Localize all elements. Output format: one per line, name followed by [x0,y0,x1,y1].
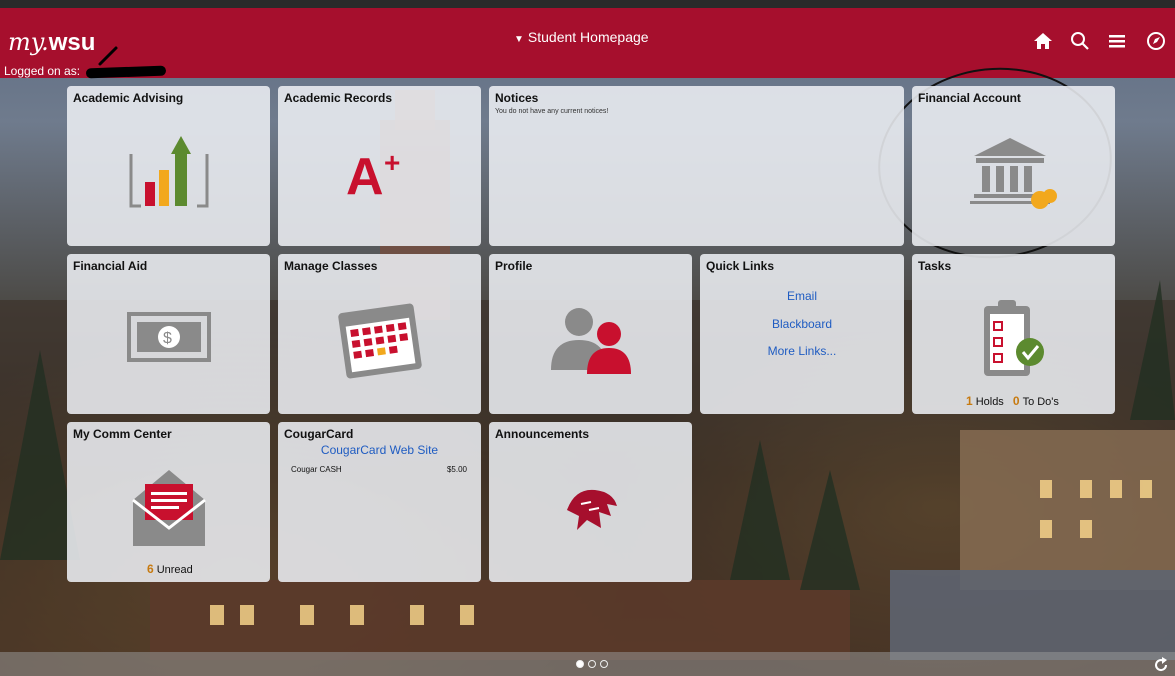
refresh-icon[interactable] [1152,656,1170,674]
tile-academic-advising[interactable]: Academic Advising [67,86,270,246]
tile-title: Financial Aid [73,259,148,273]
tile-title: My Comm Center [73,427,172,441]
homepage-selector[interactable]: ▼ Student Homepage [514,29,649,45]
people-icon [551,308,631,374]
svg-text:+: + [384,147,400,178]
tile-profile[interactable]: Profile [489,254,692,414]
cougar-cash-value: $5.00 [446,465,467,474]
unread-count: 6 Unread [147,562,193,576]
tile-tasks[interactable]: Tasks 1 Holds 0 To Do's [912,254,1115,414]
pager-bar [0,652,1175,676]
calendar-icon [338,303,422,379]
logo-wsu: wsu [48,29,96,56]
tile-quick-links[interactable]: Quick Links Email Blackboard More Links.… [700,254,904,414]
link-blackboard[interactable]: Blackboard [700,317,904,331]
cougar-logo-icon [567,489,617,530]
search-icon[interactable] [1069,30,1091,52]
navbar-compass-icon[interactable] [1145,30,1167,52]
advising-chart-icon [129,136,209,208]
holds-count: 1 [966,394,973,408]
tile-notices[interactable]: Notices You do not have any current noti… [489,86,904,246]
link-more-links[interactable]: More Links... [700,344,904,358]
menu-icon[interactable] [1106,30,1128,52]
mywsu-logo[interactable]: my.wsu [8,28,95,57]
tile-title: Financial Account [918,91,1021,105]
tile-announcements[interactable]: Announcements [489,422,692,582]
clipboard-check-icon [984,300,1044,376]
tile-financial-account[interactable]: Financial Account [912,86,1115,246]
envelope-icon [132,470,206,546]
a-plus-icon: A + [346,147,400,200]
homepage-title: Student Homepage [527,29,649,45]
unread-label: Unread [156,564,193,576]
tile-title: Profile [495,259,533,273]
bank-building-icon [970,138,1057,209]
cougarcard-web-site-link[interactable]: CougarCard Web Site [278,443,481,457]
tile-title: Academic Records [284,91,393,105]
tile-manage-classes[interactable]: Manage Classes [278,254,481,414]
svg-text:$: $ [163,330,172,347]
caret-down-icon: ▼ [514,34,524,45]
tile-financial-aid[interactable]: Financial Aid $ [67,254,270,414]
svg-text:A: A [346,148,384,200]
pager-dot-1[interactable] [576,660,584,668]
window-top-strip [0,0,1175,8]
tile-title: Tasks [918,259,952,273]
holds-label: Holds [975,396,1004,408]
redaction-mark [85,65,167,79]
cougar-cash-label: Cougar CASH [291,465,342,474]
todos-count: 0 [1012,394,1020,408]
money-bill-icon: $ [127,312,211,362]
tile-title: CougarCard [284,427,354,441]
pager-dot-2[interactable] [588,660,596,668]
tile-title: Manage Classes [284,259,378,273]
tile-title: Quick Links [706,259,775,273]
tile-title: Academic Advising [73,91,184,105]
tile-academic-records[interactable]: Academic Records A + [278,86,481,246]
logo-my: my. [8,28,49,56]
home-icon[interactable] [1032,30,1054,52]
notices-text: You do not have any current notices! [495,108,609,115]
tile-title: Announcements [495,427,590,441]
tile-title: Notices [495,91,539,105]
tile-my-comm-center[interactable]: My Comm Center 6 Unread [67,422,270,582]
pager-dot-3[interactable] [600,660,608,668]
pen-mark [98,46,118,66]
unread-number: 6 [147,562,154,576]
tile-cougarcard[interactable]: CougarCard CougarCard Web Site Cougar CA… [278,422,481,582]
link-email[interactable]: Email [700,289,904,303]
todos-label: To Do's [1022,396,1059,408]
logged-on-label: Logged on as: [4,64,81,78]
tasks-counts: 1 Holds 0 To Do's [966,394,1059,408]
